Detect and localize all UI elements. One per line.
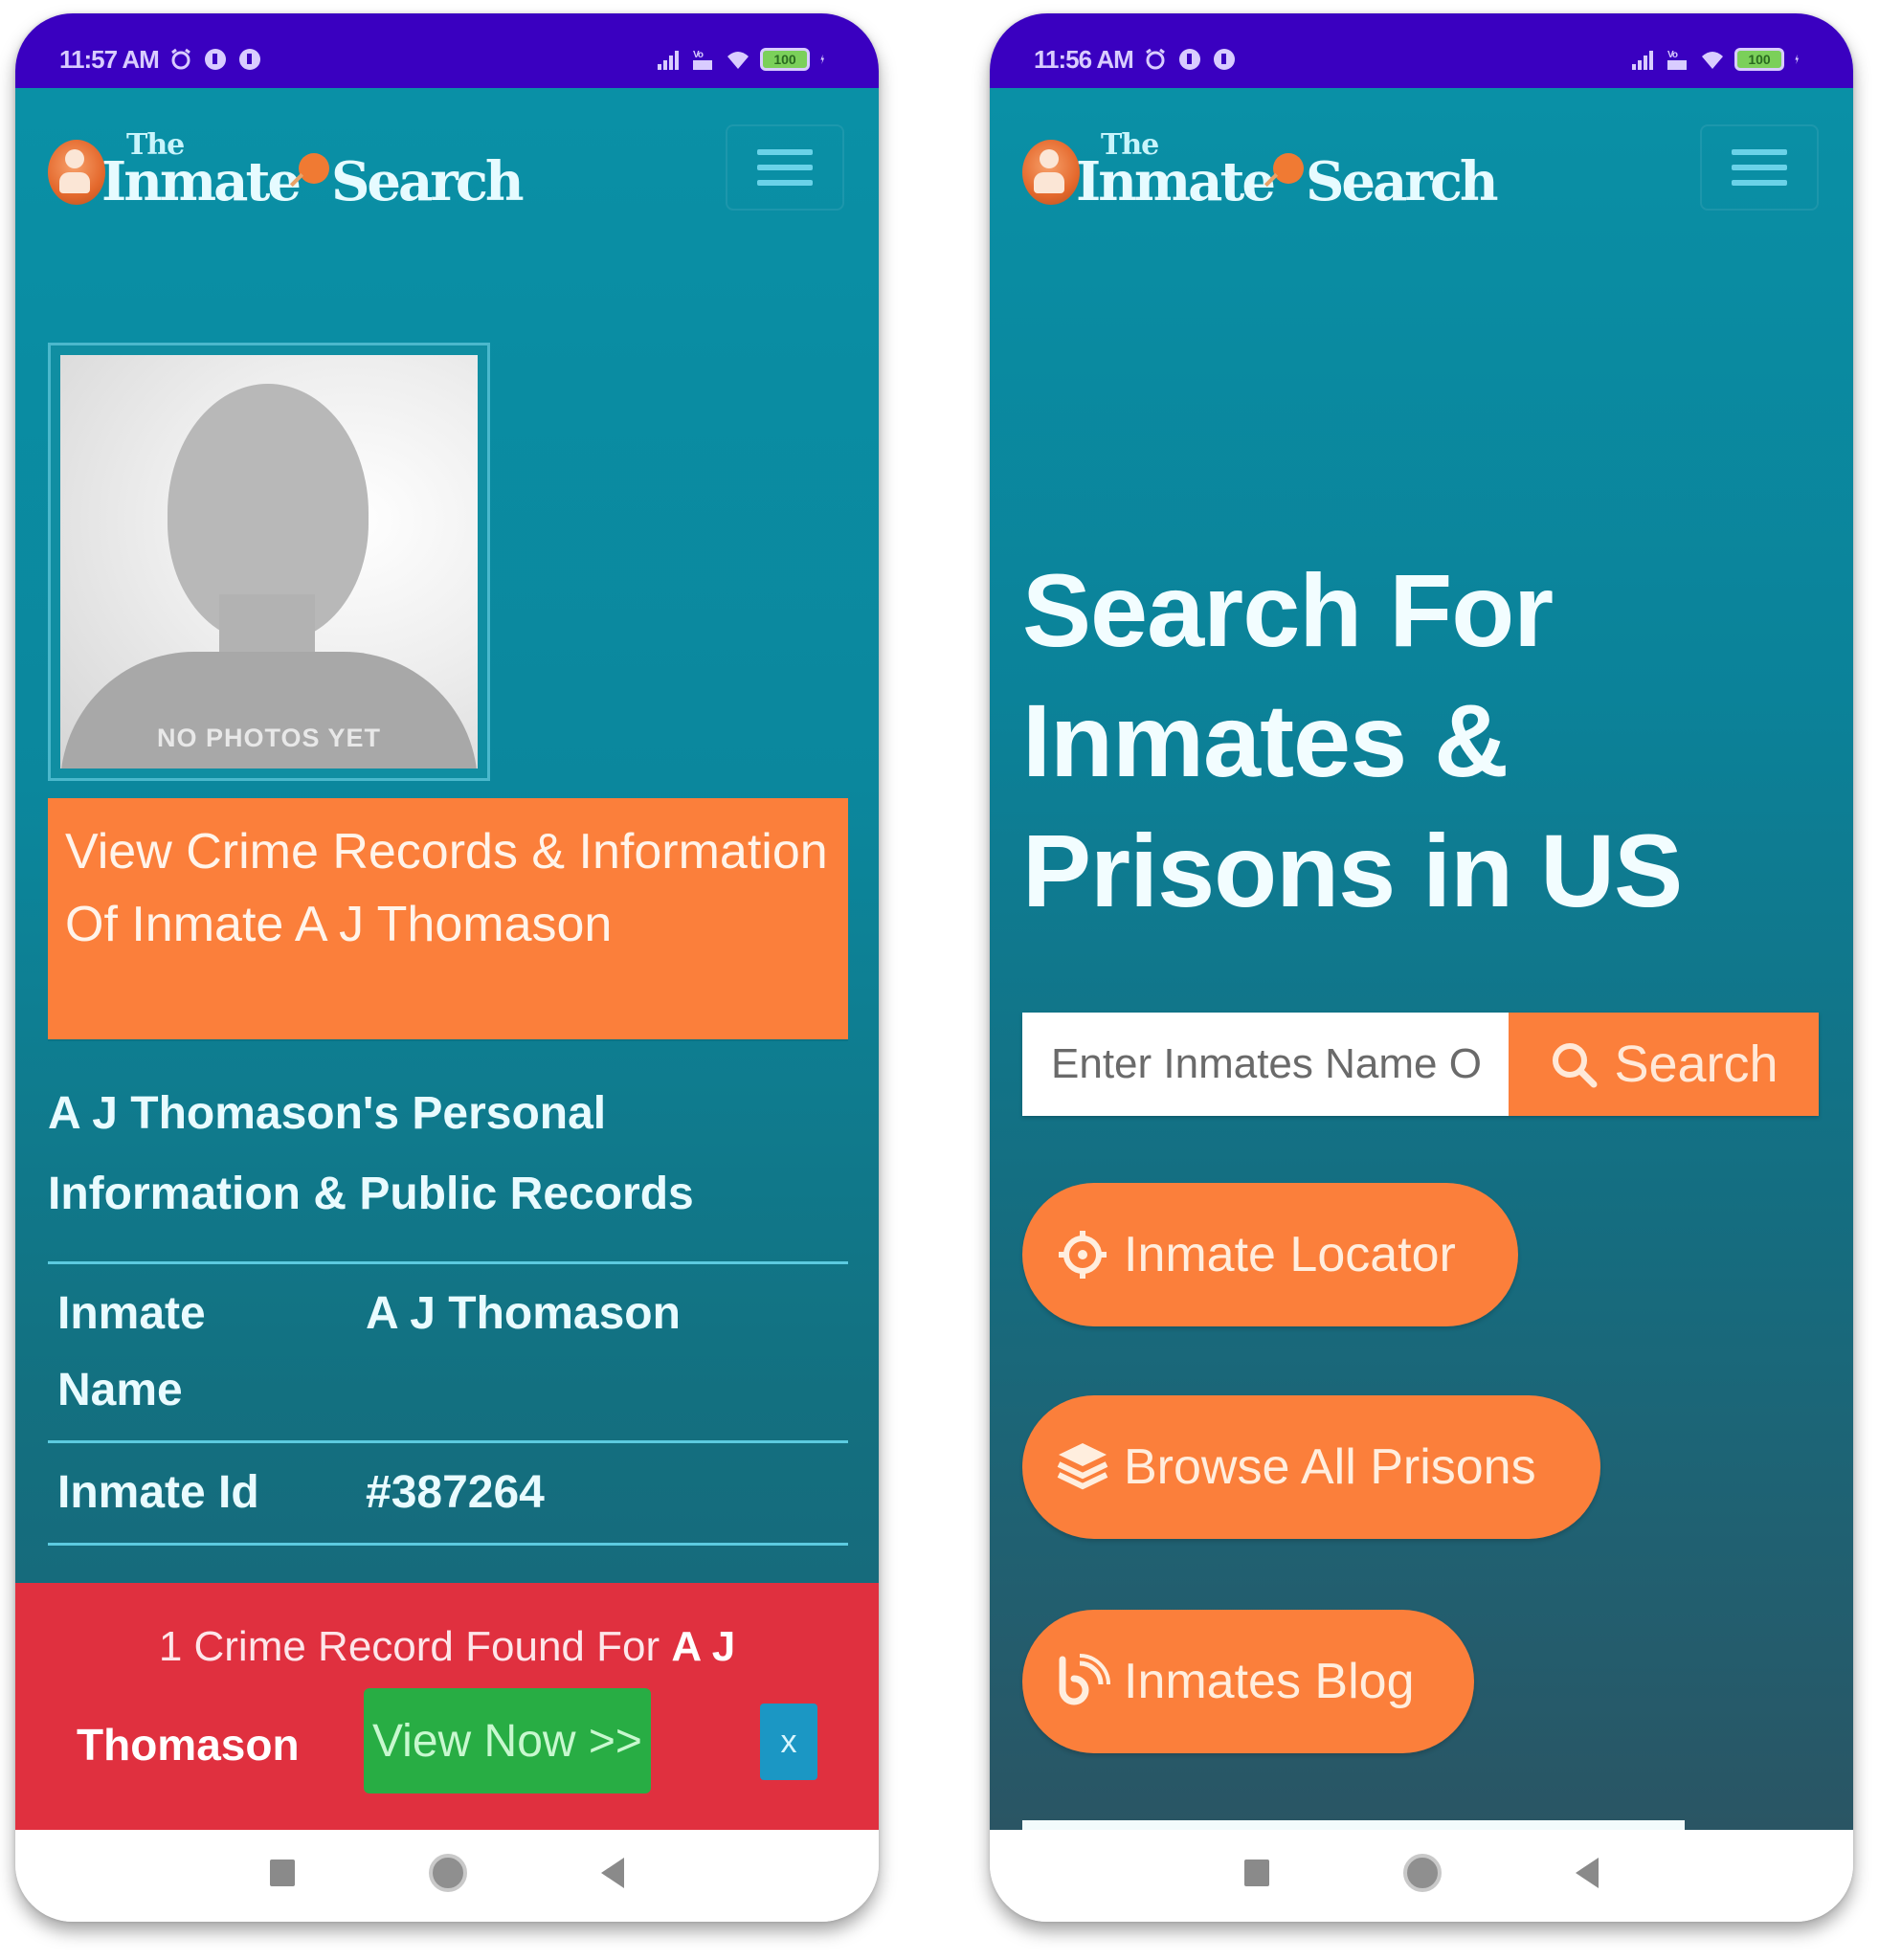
inmate-locator-button[interactable]: Inmate Locator: [1022, 1183, 1518, 1326]
logo-word-inmate: Inmate: [1076, 150, 1276, 213]
alarm-icon: [170, 48, 190, 70]
battery-icon: 100: [760, 48, 810, 71]
notification-icon: [204, 49, 226, 70]
view-crime-records-banner[interactable]: View Crime Records & Information Of Inma…: [48, 798, 848, 1039]
site-logo[interactable]: The Inmate Search: [1022, 128, 1499, 213]
wifi-icon: [1702, 52, 1723, 69]
magnifier-pin-icon: [298, 153, 329, 184]
no-photo-caption: NO PHOTOS YET: [156, 724, 382, 752]
crosshair-icon: [1059, 1231, 1107, 1279]
signal-icon: [658, 51, 679, 70]
signal-icon: [1632, 51, 1653, 70]
alarm-icon: [1145, 48, 1165, 70]
recents-button[interactable]: [1244, 1860, 1269, 1886]
table-row: Inmate Id #387264: [48, 1440, 848, 1546]
alert-name: Thomason: [77, 1720, 300, 1770]
close-alert-button[interactable]: x: [760, 1704, 817, 1780]
back-button[interactable]: [601, 1858, 624, 1888]
search-form: Search: [1022, 1013, 1819, 1116]
site-logo[interactable]: The Inmate Search: [48, 128, 525, 213]
logo-word-search: Search: [1305, 150, 1499, 213]
android-nav-bar: [15, 1830, 879, 1922]
wifi-icon: [727, 52, 749, 69]
inmates-blog-label: Inmates Blog: [1124, 1654, 1415, 1709]
inmate-locator-label: Inmate Locator: [1124, 1227, 1456, 1282]
row-value: #387264: [366, 1467, 545, 1518]
svg-text:Vo: Vo: [693, 50, 704, 60]
vowifi-icon: Vo: [1667, 50, 1687, 70]
crime-record-alert: 1 Crime Record Found For A J Thomason Vi…: [15, 1583, 879, 1834]
inmate-badge-icon: [1022, 140, 1080, 205]
view-now-button[interactable]: View Now >>: [364, 1688, 651, 1793]
browse-all-prisons-label: Browse All Prisons: [1124, 1439, 1536, 1495]
notification-icon: [1213, 49, 1235, 70]
section-heading: A J Thomason's Personal Information & Pu…: [48, 1088, 694, 1219]
charging-icon: [820, 54, 825, 65]
row-value: A J Thomason: [366, 1288, 681, 1339]
charging-icon: [1795, 54, 1800, 65]
logo-the: The: [126, 128, 185, 162]
phone-inmate-profile: 11:57 AM Vo 100 The Inmate Search NO PHO…: [15, 13, 879, 1922]
inmate-info-table: Inmate Name A J Thomason Inmate Id #3872…: [48, 1261, 848, 1546]
status-time: 11:57 AM: [59, 44, 160, 74]
row-label: Inmate Name: [57, 1288, 206, 1415]
status-bar: 11:57 AM Vo 100: [15, 13, 879, 88]
no-photo-placeholder: NO PHOTOS YET: [60, 355, 478, 768]
row-label: Inmate Id: [57, 1467, 259, 1518]
magnifier-pin-icon: [1272, 153, 1304, 184]
hero-title: Search For Inmates & Prisons in US: [1022, 552, 1683, 928]
recents-button[interactable]: [270, 1860, 295, 1886]
site-header: The Inmate Search: [15, 88, 879, 232]
logo-word-inmate: Inmate: [101, 150, 302, 213]
hamburger-icon: [757, 149, 813, 155]
page-content: The Inmate Search NO PHOTOS YET View Cri…: [15, 88, 879, 1834]
inmate-search-input[interactable]: [1022, 1013, 1509, 1116]
back-button[interactable]: [1576, 1858, 1599, 1888]
home-button[interactable]: [429, 1854, 467, 1892]
logo-the: The: [1101, 128, 1159, 162]
blog-icon: [1059, 1654, 1110, 1705]
status-bar: 11:56 AM Vo 100: [990, 13, 1853, 88]
inmate-photo: NO PHOTOS YET: [48, 343, 490, 781]
status-time: 11:56 AM: [1034, 44, 1134, 74]
hamburger-icon: [1732, 149, 1787, 155]
search-icon: [1553, 1043, 1598, 1088]
alert-text: 1 Crime Record Found For A J: [158, 1623, 736, 1670]
browse-all-prisons-button[interactable]: Browse All Prisons: [1022, 1395, 1600, 1539]
site-header: The Inmate Search: [990, 88, 1853, 232]
svg-text:Vo: Vo: [1667, 50, 1678, 60]
battery-icon: 100: [1734, 48, 1784, 71]
android-nav-bar: [990, 1830, 1853, 1922]
home-button[interactable]: [1403, 1854, 1442, 1892]
vowifi-icon: Vo: [693, 50, 712, 70]
logo-word-search: Search: [330, 150, 525, 213]
hamburger-menu-button[interactable]: [1700, 124, 1819, 211]
notification-icon: [238, 49, 260, 70]
search-button-label: Search: [1614, 1036, 1778, 1093]
inmate-badge-icon: [48, 140, 105, 205]
inmates-blog-button[interactable]: Inmates Blog: [1022, 1610, 1474, 1753]
table-row: Inmate Name A J Thomason: [48, 1261, 848, 1440]
page-content: The Inmate Search Search For Inmates & P…: [990, 88, 1853, 1839]
hamburger-menu-button[interactable]: [726, 124, 844, 211]
layers-icon: [1057, 1443, 1108, 1490]
search-button[interactable]: Search: [1509, 1013, 1819, 1116]
phone-home-search: 11:56 AM Vo 100 The Inmate Search Search…: [990, 13, 1853, 1922]
notification-icon: [1178, 49, 1200, 70]
